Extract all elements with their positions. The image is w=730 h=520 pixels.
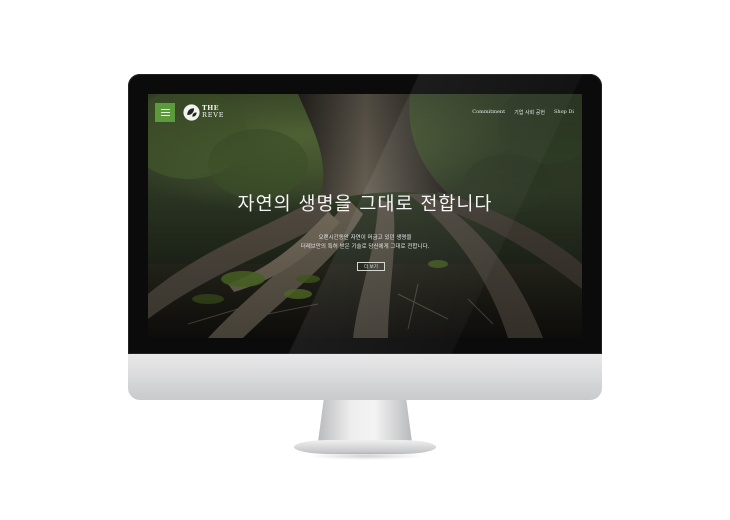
more-button[interactable]: 더 보기 xyxy=(357,262,385,271)
hero-subtitle: 오랜시간동안 자연이 머금고 있던 생명을 더레브만의 특허 받은 기술로 당신… xyxy=(148,234,582,252)
nav-item-shop[interactable]: Shop Di xyxy=(554,109,574,116)
site-logo[interactable]: THE REVE xyxy=(183,102,224,122)
hero-overlay xyxy=(148,94,582,338)
stand-shadow xyxy=(308,452,424,460)
hero-title: 자연의 생명을 그대로 전합니다 xyxy=(237,194,493,215)
logo-line2: REVE xyxy=(202,111,225,119)
nav-item-commitment[interactable]: Commitment xyxy=(472,109,505,116)
hero-subtitle-line2: 더레브만의 특허 받은 기술로 당신에게 그대로 전합니다. xyxy=(300,244,430,250)
menu-button[interactable] xyxy=(155,103,175,122)
leaf-logo-icon xyxy=(183,103,200,121)
hamburger-icon xyxy=(160,109,170,116)
website-screen: THE REVE Commitment 기업 사회 공헌 Shop Di 자연의… xyxy=(148,94,582,338)
nav-item-csr[interactable]: 기업 사회 공헌 xyxy=(514,109,545,116)
imac-monitor: THE REVE Commitment 기업 사회 공헌 Shop Di 자연의… xyxy=(128,74,602,400)
monitor-chin xyxy=(128,354,602,400)
monitor-stand-neck xyxy=(318,400,412,442)
logo-wordmark: THE REVE xyxy=(202,105,224,119)
monitor-bezel: THE REVE Commitment 기업 사회 공헌 Shop Di 자연의… xyxy=(128,74,602,354)
top-nav: Commitment 기업 사회 공헌 Shop Di xyxy=(472,109,574,116)
hero-subtitle-line1: 오랜시간동안 자연이 머금고 있던 생명을 xyxy=(318,235,412,241)
